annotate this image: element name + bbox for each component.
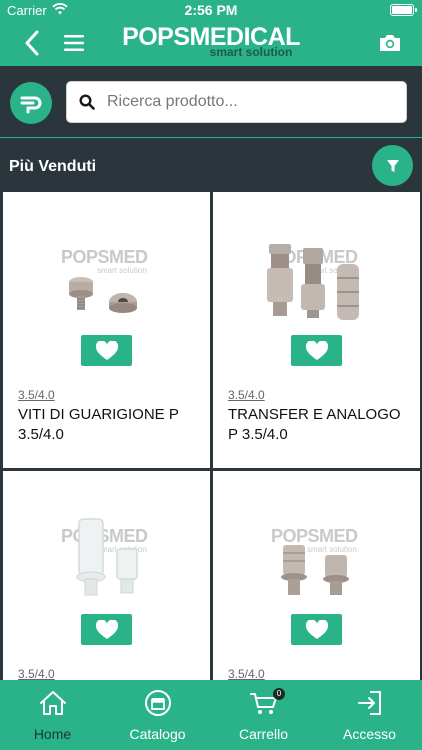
tab-carrello[interactable]: 0 Carrello	[211, 680, 316, 750]
watermark-brand: POPSMED	[61, 247, 148, 267]
tab-accesso-label: Accesso	[343, 726, 396, 742]
cart-icon	[211, 688, 316, 718]
filter-icon	[386, 159, 399, 172]
camera-icon	[380, 35, 400, 51]
watermark-logo: POPSMED smart solution	[61, 248, 148, 275]
favorite-button[interactable]	[291, 614, 342, 645]
heart-icon	[95, 340, 118, 360]
section-header: Più Venduti	[0, 139, 422, 191]
section-title: Più Venduti	[9, 158, 97, 175]
plastic-abutment-image	[76, 518, 138, 596]
heart-icon	[95, 619, 118, 639]
metal-abutment-image	[281, 545, 349, 595]
transfer-analog-image	[267, 244, 359, 320]
app-logo: POPSMEDICAL smart solution	[0, 24, 422, 58]
tab-home[interactable]: Home	[0, 680, 105, 750]
search-icon	[67, 82, 107, 122]
favorite-button[interactable]	[81, 335, 132, 366]
tab-catalogo[interactable]: Catalogo	[105, 680, 210, 750]
product-image: POPSMED smart solution	[3, 192, 210, 332]
favorite-button[interactable]	[291, 335, 342, 366]
favorite-button[interactable]	[81, 614, 132, 645]
healing-screw-image	[69, 277, 137, 313]
heart-icon	[305, 340, 328, 360]
status-bar: Carrier 2:56 PM	[0, 0, 422, 20]
search-box[interactable]	[66, 81, 407, 123]
store-icon	[105, 688, 210, 718]
product-name[interactable]: VITI DI GUARIGIONE P 3.5/4.0	[18, 405, 203, 445]
login-icon	[317, 688, 422, 718]
product-image: POPSMED smart solution	[213, 192, 420, 332]
product-code[interactable]: 3.5/4.0	[228, 667, 265, 680]
product-image: POPSMED smart solution	[3, 471, 210, 611]
status-time: 2:56 PM	[184, 2, 238, 18]
product-image: POPSMED smart solution	[213, 471, 420, 611]
cart-count-badge: 0	[273, 688, 285, 700]
brand-avatar-button[interactable]	[10, 82, 52, 124]
product-grid: POPSMED smart solution 3.5/4.0 VITI DI G…	[0, 191, 422, 680]
battery-icon	[390, 4, 417, 16]
tab-accesso[interactable]: Accesso	[317, 680, 422, 750]
tab-catalogo-label: Catalogo	[129, 726, 186, 742]
product-card[interactable]: POPSMED smart solution 3.5/4.0 VITI DI G…	[3, 192, 210, 468]
camera-button[interactable]	[374, 28, 406, 58]
filter-button[interactable]	[372, 145, 413, 186]
search-area	[0, 66, 422, 138]
product-name[interactable]: TRANSFER E ANALOGO P 3.5/4.0	[228, 405, 413, 445]
product-card[interactable]: POPSMED smart solution 3.5/4.0	[213, 471, 420, 680]
nav-bar: POPSMEDICAL smart solution	[0, 20, 422, 66]
product-card[interactable]: POPSMED smart solution 3.5/4.0 TRANSFER …	[213, 192, 420, 468]
tab-home-label: Home	[33, 726, 72, 742]
heart-icon	[305, 619, 328, 639]
product-code[interactable]: 3.5/4.0	[228, 388, 265, 402]
search-input[interactable]	[107, 93, 397, 111]
tab-carrello-label: Carrello	[238, 726, 288, 742]
brand-p-icon	[20, 96, 42, 114]
product-code[interactable]: 3.5/4.0	[18, 388, 55, 402]
tab-bar: Home Catalogo 0 Carrello Accesso	[0, 680, 422, 750]
home-icon	[0, 688, 105, 718]
product-card[interactable]: POPSMED smart solution 3.5/4.0	[3, 471, 210, 680]
product-code[interactable]: 3.5/4.0	[18, 667, 55, 680]
